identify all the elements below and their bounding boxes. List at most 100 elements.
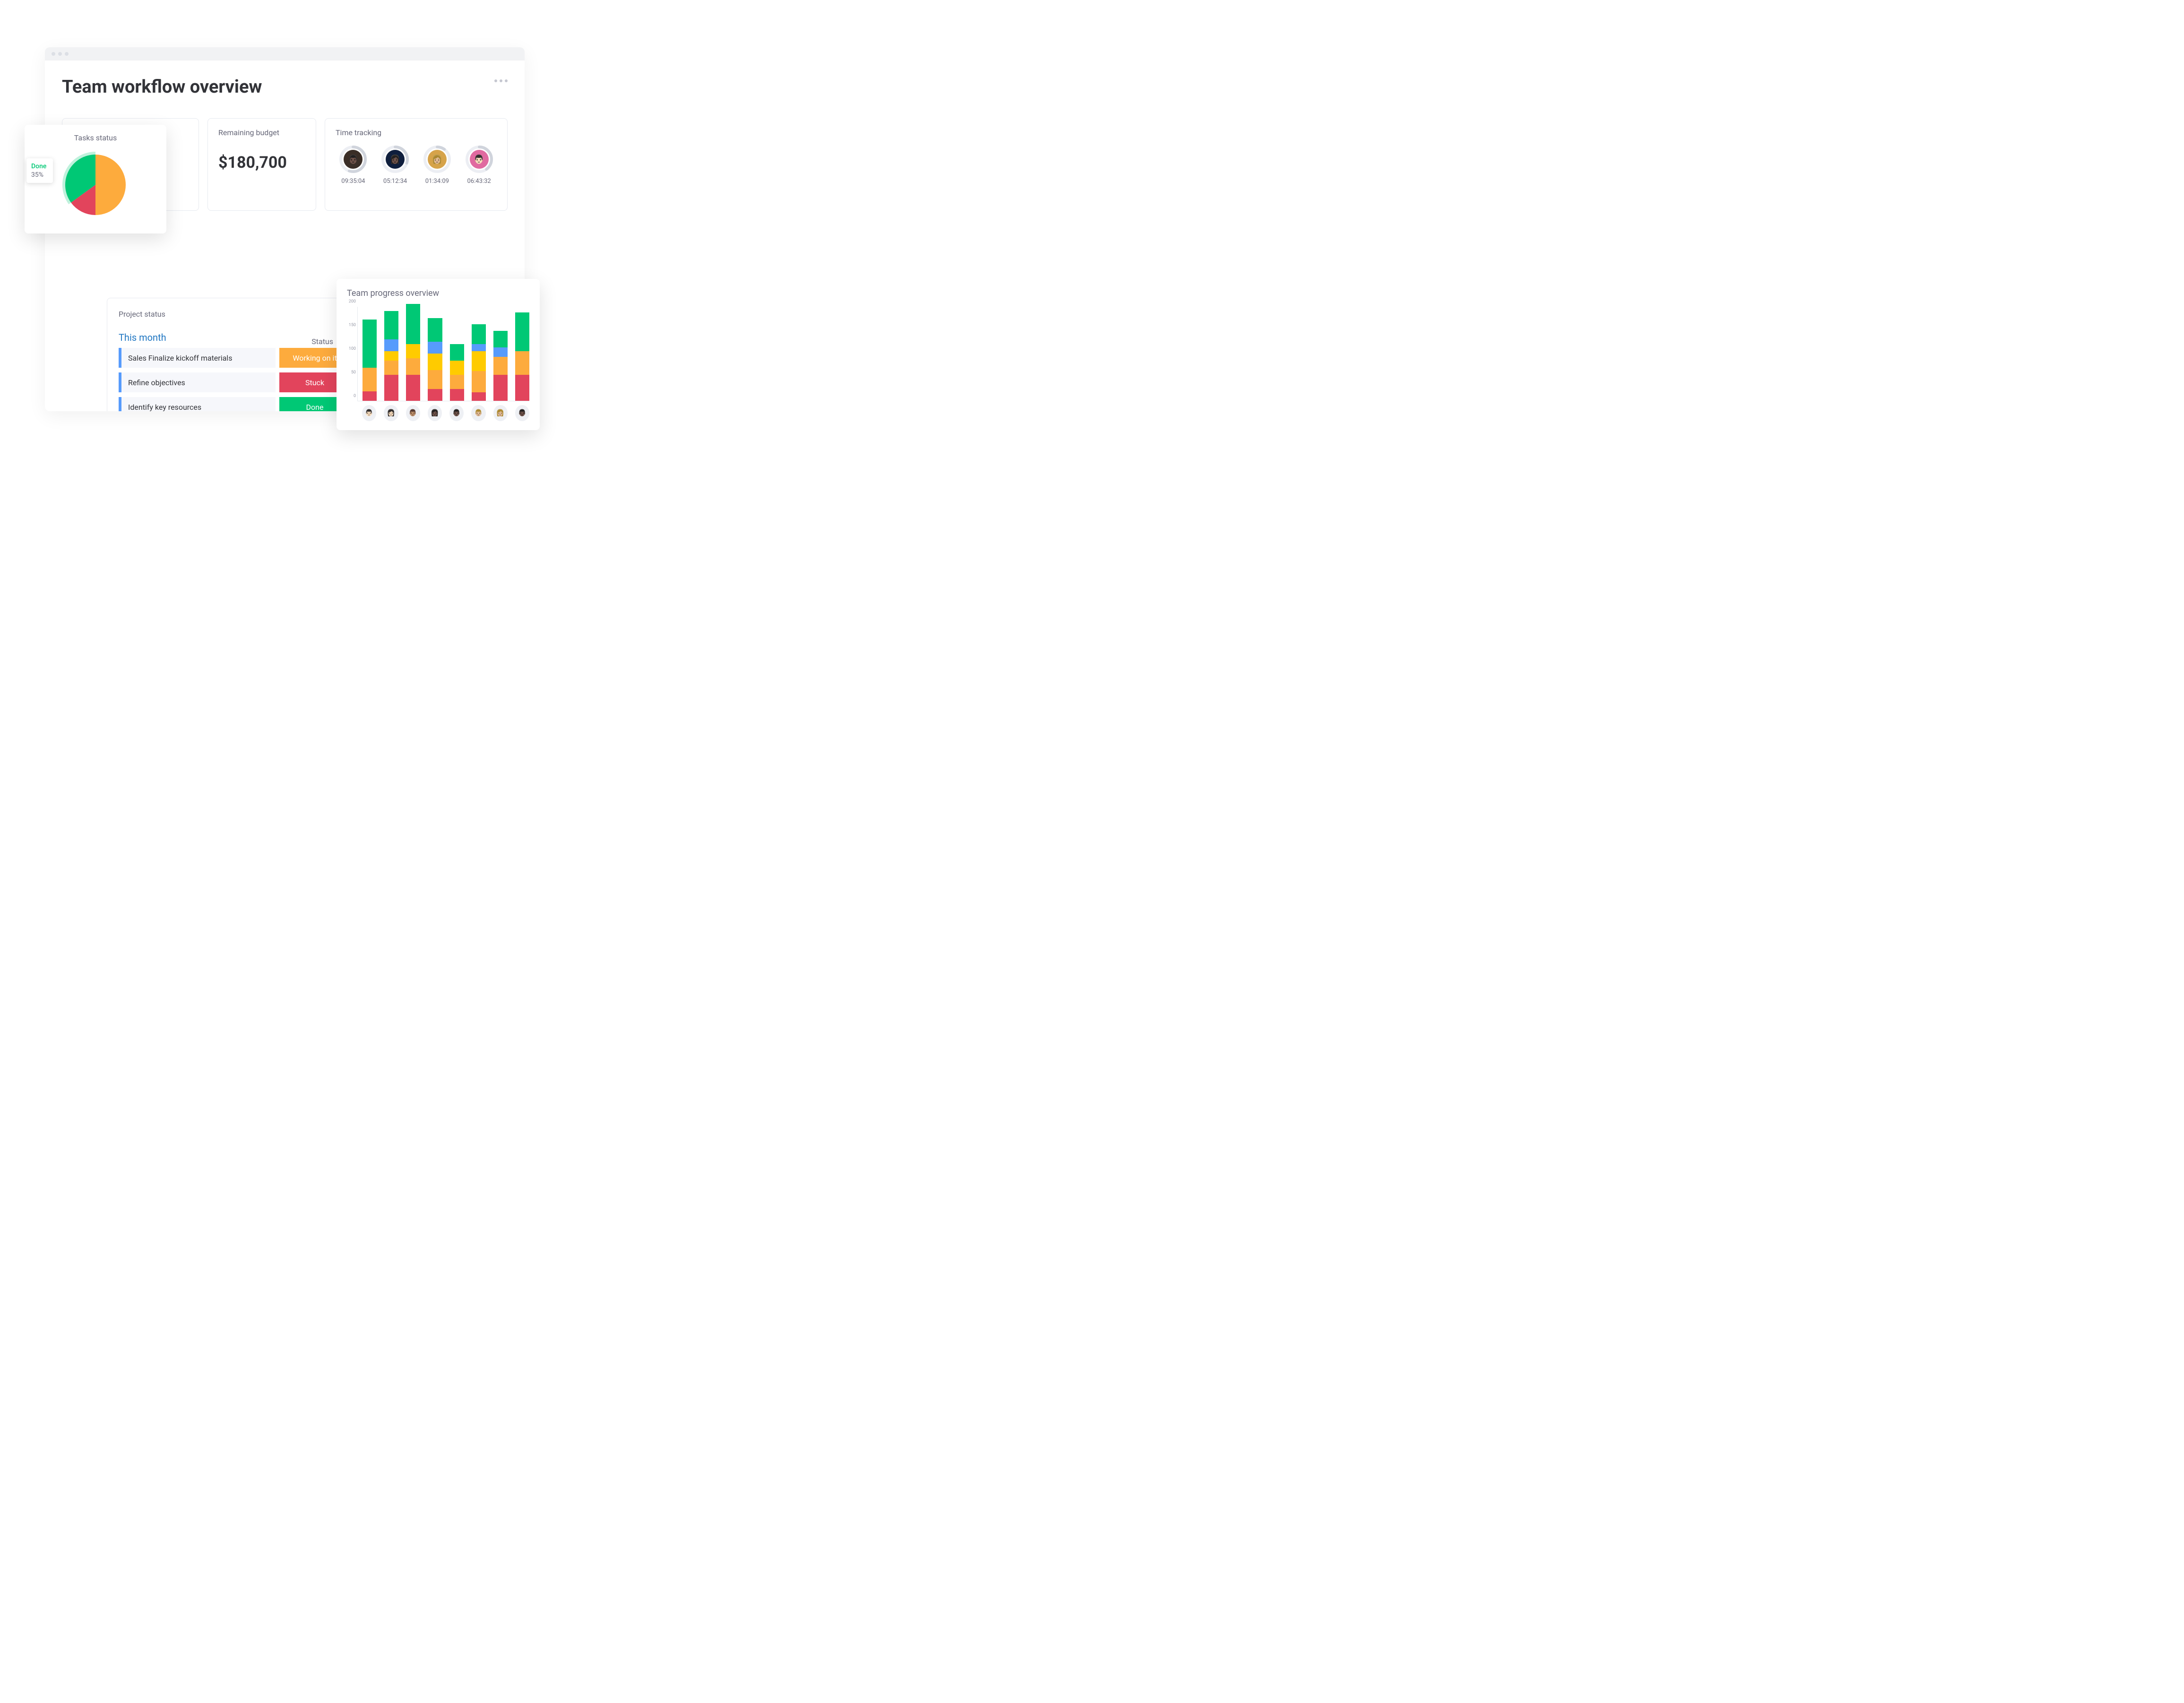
bar-segment-in-review [493,347,508,357]
stacked-bar-chart[interactable]: 050100150200 [357,307,529,401]
avatar[interactable]: 👨🏿 [515,405,529,421]
bar-segment-working-on-it [384,361,398,375]
task-name: Identify key resources [119,397,276,411]
stacked-bar[interactable] [428,318,442,401]
bar-segment-working-on-it [450,375,464,389]
window-control-close-icon[interactable] [52,52,55,56]
dots-icon [500,79,502,82]
budget-title: Remaining budget [218,128,305,137]
window-titlebar [45,47,525,61]
window-control-max-icon[interactable] [65,52,69,56]
bar-segment-in-review [428,342,442,354]
y-tick-label: 100 [349,346,356,351]
status-column-header: Status [311,337,333,346]
bar-segment-working-on-it [428,370,442,389]
y-tick-label: 200 [349,299,356,304]
avatar[interactable]: 👩🏼 [493,405,508,421]
page-title: Team workflow overview [45,61,525,102]
bar-segment-done [428,318,442,342]
task-name: Sales Finalize kickoff materials [119,348,276,368]
time-tracking-title: Time tracking [336,128,497,137]
bar-segment-done [493,331,508,347]
remaining-budget-card[interactable]: Remaining budget $180,700 [207,118,316,211]
bar-segment-working-on-it [515,351,529,375]
bar-segment-stuck [515,375,529,401]
bar-segment-on-hold [384,351,398,361]
avatar: 👨🏿 [344,150,363,169]
pie-tooltip: Done 35% [26,158,53,183]
avatar[interactable]: 👨🏿 [449,405,464,421]
bar-segment-on-hold [428,354,442,370]
bar-segment-in-review [384,339,398,351]
time-tracking-person[interactable]: 👨🏻 06:43:32 [461,146,497,185]
project-status-row[interactable]: Sales Finalize kickoff materialsWorking … [119,348,350,368]
time-tracking-row: 👨🏿 09:35:04 👩🏿 05:12:34 👩🏼 01:34:09 👨🏻 06:43:32 [336,146,497,185]
more-options-button[interactable] [494,79,508,82]
time-tracking-person[interactable]: 👨🏿 09:35:04 [336,146,371,185]
bar-segment-stuck [384,375,398,401]
tracked-time: 09:35:04 [341,178,365,185]
pie-tooltip-value: 35% [31,171,46,179]
bar-segment-stuck [406,375,420,401]
avatar[interactable]: 👨🏽 [406,405,420,421]
bar-segment-stuck [450,389,464,401]
bar-segment-working-on-it [493,357,508,375]
avatar: 👨🏻 [470,150,489,169]
bar-segment-on-hold [450,361,464,375]
bar-segment-stuck [493,375,508,401]
budget-amount: $180,700 [218,153,305,172]
avatar: 👩🏼 [428,150,447,169]
bar-segment-stuck [472,392,486,401]
task-name: Refine objectives [119,372,276,392]
bar-segment-on-hold [472,351,486,371]
tasks-status-pie[interactable] [58,145,133,221]
bar-segment-done [515,312,529,351]
avatar[interactable]: 👩🏻 [384,405,398,421]
chart-x-avatars: 👨🏻 👩🏻 👨🏽 👩🏿 👨🏿 👨🏼 👩🏼 👨🏿 [362,405,529,421]
y-tick-label: 0 [354,394,356,398]
tracked-time: 05:12:34 [383,178,407,185]
bar-segment-done [406,304,420,344]
tasks-status-title: Tasks status [25,133,166,142]
bar-segment-done [450,344,464,361]
stacked-bar[interactable] [450,344,464,401]
stacked-bar[interactable] [363,320,377,401]
pie-slice-working-on-it[interactable] [95,155,126,215]
project-status-title: Project status [119,310,350,319]
bar-segment-working-on-it [406,358,420,375]
bar-segment-stuck [428,389,442,401]
bar-segment-working-on-it [363,368,377,391]
avatar[interactable]: 👨🏼 [471,405,485,421]
window-control-min-icon[interactable] [58,52,62,56]
pie-chart-icon [58,145,133,221]
bar-segment-in-review [472,344,486,351]
bar-segment-done [472,324,486,344]
avatar[interactable]: 👨🏻 [362,405,376,421]
dots-icon [494,79,497,82]
progress-ring: 👩🏼 [423,146,451,173]
pie-tooltip-label: Done [31,162,46,171]
stacked-bar[interactable] [515,312,529,401]
avatar[interactable]: 👩🏿 [428,405,442,421]
progress-ring: 👨🏻 [466,146,493,173]
time-tracking-person[interactable]: 👩🏿 05:12:34 [378,146,413,185]
bar-segment-working-on-it [472,371,486,392]
team-progress-card[interactable]: Team progress overview 050100150200 👨🏻👩🏻… [337,279,540,430]
tracked-time: 06:43:32 [467,178,491,185]
project-status-row[interactable]: Identify key resourcesDone [119,397,350,411]
project-status-card[interactable]: Project status This month Status Sales F… [107,298,362,411]
stacked-bar[interactable] [493,331,508,401]
stacked-bar[interactable] [406,304,420,401]
bar-segment-stuck [363,391,377,401]
project-status-rows: Sales Finalize kickoff materialsWorking … [119,348,350,411]
time-tracking-person[interactable]: 👩🏼 01:34:09 [420,146,455,185]
y-tick-label: 50 [351,370,356,375]
time-tracking-card[interactable]: Time tracking 👨🏿 09:35:04 👩🏿 05:12:34 👩🏼 01:3… [325,118,508,211]
project-status-row[interactable]: Refine objectivesStuck [119,372,350,392]
stacked-bar[interactable] [384,311,398,401]
tracked-time: 01:34:09 [425,178,449,185]
project-status-period[interactable]: This month [119,332,166,343]
progress-ring: 👩🏿 [381,146,409,173]
dots-icon [505,79,508,82]
stacked-bar[interactable] [472,324,486,401]
